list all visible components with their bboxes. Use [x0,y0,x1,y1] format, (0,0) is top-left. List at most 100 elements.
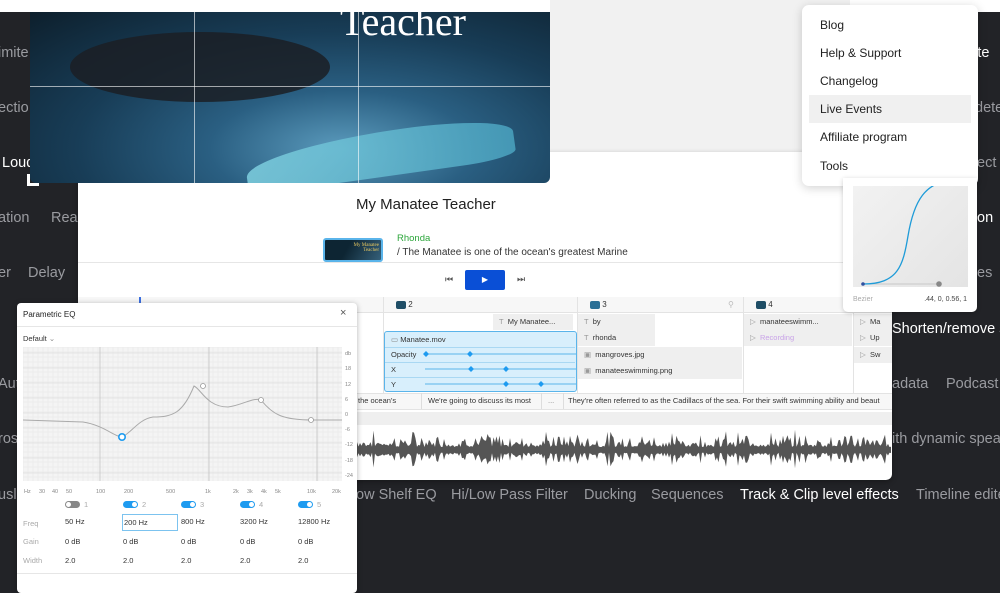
band-toggle-1[interactable] [65,501,80,508]
bg-feature[interactable]: Timeline edite [916,486,1000,504]
clip-audio[interactable]: ▷ Sw [854,347,892,363]
track-header-4[interactable]: 4 [756,300,773,309]
skip-back-icon[interactable]: ⏮ [445,274,453,285]
bg-feature[interactable]: ow Shelf EQ [356,486,437,504]
clip-image[interactable]: ▣ mangroves.jpg [578,347,742,363]
bg-feature[interactable]: Track & Clip level effects [740,486,899,504]
video-preview[interactable]: Teacher [30,12,550,183]
caption-thumbnail[interactable]: My Manatee Teacher [323,238,383,262]
clip-text[interactable]: T by [578,314,655,330]
db-tick-label: -12 [345,442,353,448]
eq-band-handle [200,383,206,389]
band-toggle-5[interactable] [298,501,313,508]
db-tick-label: 18 [345,366,351,372]
freq-tick-label: 1k [205,489,211,495]
bg-feature[interactable]: es [977,264,992,282]
menu-item-blog[interactable]: Blog [809,11,971,39]
band-gain-input[interactable]: 0 dB [181,537,196,546]
band-freq-input[interactable]: 3200 Hz [239,514,295,531]
bg-feature[interactable]: Delay [28,264,65,282]
row-label-gain: Gain [23,537,39,546]
clip-recording[interactable]: ▷ Recording [744,330,852,346]
band-width-input[interactable]: 2.0 [240,556,250,565]
bg-feature[interactable]: usl [0,486,17,504]
clip-text[interactable]: T My Manatee... [493,314,573,330]
bg-feature[interactable]: dete [975,99,1000,117]
clip-audio[interactable]: ▷ Ma [854,314,892,330]
menu-item-help-support[interactable]: Help & Support [809,39,971,67]
db-tick-label: 12 [345,382,351,388]
freq-tick-label: 500 [166,489,175,495]
bg-feature[interactable]: ect [977,154,996,172]
bg-feature[interactable]: ith dynamic spea [892,430,1000,448]
play-button[interactable]: ▶ [465,270,505,290]
keyframe [503,381,509,387]
clip-audio[interactable]: ▷ manateeswimm... [744,314,852,330]
bg-feature[interactable]: Podcast [946,375,998,393]
project-title: My Manatee Teacher [356,196,496,213]
track-thumb-icon [396,300,406,309]
track-header-3[interactable]: 3 [590,300,607,309]
bg-feature[interactable]: on [977,209,993,227]
band-number: 2 [142,500,147,509]
audio-waveform[interactable] [357,428,892,472]
text-icon: T [499,317,504,326]
band-toggle-4[interactable] [240,501,255,508]
skip-forward-icon[interactable]: ⏭ [517,274,525,285]
band-width-input[interactable]: 2.0 [298,556,308,565]
band-gain-input[interactable]: 0 dB [298,537,313,546]
resize-handle[interactable] [27,174,39,186]
menu-item-affiliate[interactable]: Affiliate program [809,123,971,151]
image-icon: ▣ [584,366,592,375]
bg-feature[interactable]: Shorten/remove s [892,320,1000,338]
menu-item-tools[interactable]: Tools [809,152,971,180]
keyframe [538,381,544,387]
link-icon[interactable]: ⚲ [728,300,734,309]
band-gain-input[interactable]: 0 dB [123,537,138,546]
caption-segment[interactable]: We're going to discuss its most [422,393,542,409]
track-header-2[interactable]: 2 [396,300,413,309]
bezier-graph[interactable] [853,179,968,287]
bg-feature[interactable]: Real [51,209,81,227]
menu-item-live-events[interactable]: Live Events [809,95,971,123]
band-toggle-2[interactable] [123,501,138,508]
band-freq-input[interactable]: 50 Hz [64,514,120,531]
caption-segment[interactable]: the ocean's [352,393,422,409]
band-freq-input[interactable]: 800 Hz [180,514,236,531]
band-toggle-3[interactable] [181,501,196,508]
caption-segment[interactable]: They're often referred to as the Cadilla… [562,393,892,409]
band-width-input[interactable]: 2.0 [181,556,191,565]
speaker-name[interactable]: Rhonda [397,233,430,244]
band-gain-input[interactable]: 0 dB [240,537,255,546]
clip-video-selected[interactable]: ▭ Manatee.mov Opacity X Y [384,331,577,392]
bg-feature[interactable]: adata [892,375,928,393]
divider [78,262,892,263]
bg-feature[interactable]: imite [0,44,29,62]
media-icon: ▷ [750,317,756,326]
eq-band-handle [258,397,264,403]
eq-graph[interactable]: db 18 12 6 0 -6 -12 -18 -24 Hz 30 40 50 100 200 500 1k 2k… [23,347,357,497]
clip-audio[interactable]: ▷ Up [854,330,892,346]
bg-feature[interactable]: Ducking [584,486,636,504]
bg-feature[interactable]: ros [0,430,18,448]
freq-tick-label: 4k [261,489,267,495]
band-freq-input[interactable]: 200 Hz [122,514,178,531]
bg-feature[interactable]: ectio [0,99,29,117]
clip-image[interactable]: ▣ manateeswimming.png [578,363,742,379]
close-icon[interactable]: × [340,307,346,319]
text-icon: T [584,333,589,342]
band-width-input[interactable]: 2.0 [123,556,133,565]
bg-feature[interactable]: er [0,264,11,282]
parametric-eq-dialog: Parametric EQ × Default ⌄ db 18 12 6 0 -6 -12-… [17,303,357,593]
transcript-line[interactable]: / The Manatee is one of the ocean's grea… [397,247,628,258]
preset-dropdown[interactable]: Default ⌄ [23,334,55,343]
bg-feature[interactable]: ation [0,209,29,227]
band-freq-input[interactable]: 12800 Hz [297,514,353,531]
menu-item-changelog[interactable]: Changelog [809,67,971,95]
clip-text[interactable]: T rhonda [578,330,655,346]
bg-feature[interactable]: Hi/Low Pass Filter [451,486,568,504]
caption-segment[interactable]: ... [542,393,564,409]
bg-feature[interactable]: Sequences [651,486,724,504]
band-gain-input[interactable]: 0 dB [65,537,80,546]
band-width-input[interactable]: 2.0 [65,556,75,565]
